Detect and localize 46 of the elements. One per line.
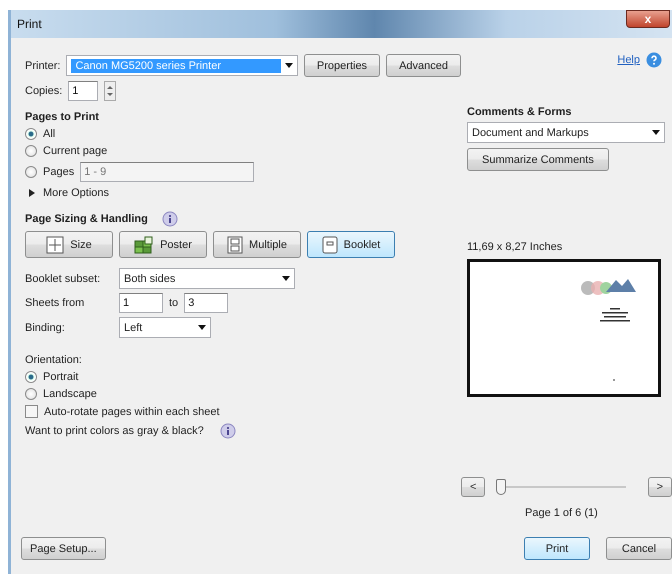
- radio-label: Portrait: [43, 371, 78, 383]
- printer-option-button[interactable]: Advanced: [386, 54, 461, 77]
- copies-field[interactable]: 1: [68, 81, 98, 101]
- dropdown-value: Document and Markups: [472, 126, 589, 138]
- binding-label: Binding:: [25, 322, 66, 334]
- to-label: to: [169, 297, 178, 309]
- sheets-from-field[interactable]: 1: [119, 293, 163, 313]
- printer-option-button[interactable]: Properties: [304, 54, 380, 77]
- booklet-subset-dropdown[interactable]: Both sides: [119, 268, 295, 289]
- sheets-from-label: Sheets from: [25, 297, 86, 309]
- page-mode-button[interactable]: Poster: [119, 231, 207, 258]
- page-mode-button[interactable]: Booklet: [307, 231, 395, 258]
- window-title: Print: [17, 17, 42, 31]
- printer-value: Canon MG5200 series Printer: [71, 58, 281, 72]
- binding-dropdown[interactable]: Left: [119, 317, 211, 338]
- page-setup-button[interactable]: Page Setup...: [21, 537, 106, 560]
- cancel-button[interactable]: Cancel: [606, 537, 672, 560]
- more-options-label[interactable]: More Options: [43, 187, 110, 199]
- previous-page-button[interactable]: <: [461, 477, 486, 497]
- print-mode-question: Want to print colors as gray & black?: [25, 425, 204, 437]
- orientation-label: Orientation:: [25, 354, 82, 366]
- copies-label: Copies:: [25, 85, 62, 97]
- comments-forms-dropdown[interactable]: Document and Markups: [467, 122, 665, 143]
- dropdown-value: Left: [124, 322, 142, 334]
- next-page-button[interactable]: >: [648, 477, 672, 497]
- checkbox-label: Auto-rotate pages within each sheet: [44, 406, 220, 418]
- paper-size-label: 11,69 x 8,27 Inches: [467, 241, 562, 253]
- printer-label: Printer:: [25, 60, 60, 72]
- section-heading: Pages to Print: [25, 111, 99, 123]
- radio-label: All: [43, 128, 56, 140]
- page-count-label: Page 1 of 6 (1): [525, 507, 598, 519]
- page-mode-button[interactable]: Multiple: [213, 231, 301, 258]
- sheets-to-field[interactable]: 3: [184, 293, 228, 313]
- dropdown-value: Both sides: [124, 272, 176, 284]
- help-link[interactable]: Help: [617, 54, 640, 66]
- radio-label: Landscape: [43, 388, 97, 400]
- page-range-field[interactable]: 1 - 9: [80, 162, 254, 182]
- page-mode-button[interactable]: Size: [25, 231, 113, 258]
- print-button[interactable]: Print: [524, 537, 590, 560]
- radio-label: Current page: [43, 145, 108, 157]
- section-heading: Page Sizing & Handling: [25, 213, 148, 225]
- close-button[interactable]: x: [626, 10, 670, 28]
- radio-label: Pages: [43, 166, 74, 178]
- section-heading: Comments & Forms: [467, 106, 572, 118]
- summarize-comments-button[interactable]: Summarize Comments: [467, 148, 609, 171]
- booklet-subset-label: Booklet subset:: [25, 272, 102, 284]
